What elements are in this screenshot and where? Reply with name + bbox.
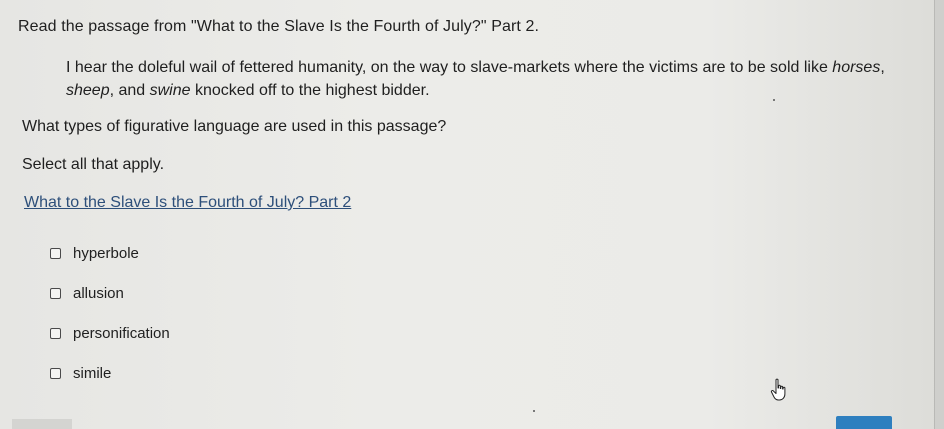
hand-pointer-icon [770, 378, 786, 401]
option-hyperbole[interactable]: hyperbole [50, 243, 170, 263]
passage-text-3: , and [109, 82, 150, 99]
previous-button[interactable] [12, 419, 72, 429]
question-instruction: Select all that apply. [22, 156, 165, 173]
question-page: Read the passage from "What to the Slave… [0, 0, 944, 429]
personification-checkbox[interactable] [50, 327, 61, 339]
answer-options: hyperbole allusion personification simil… [50, 243, 170, 403]
passage-text-1: I hear the doleful wail of fettered huma… [66, 59, 833, 76]
allusion-checkbox[interactable] [50, 287, 61, 299]
option-label: allusion [73, 284, 124, 302]
hyperbole-checkbox[interactable] [50, 247, 61, 259]
passage: I hear the doleful wail of fettered huma… [66, 56, 886, 102]
speck [533, 410, 535, 412]
option-label: hyperbole [73, 244, 139, 262]
option-simile[interactable]: simile [50, 363, 170, 383]
option-label: simile [73, 364, 112, 382]
simile-checkbox[interactable] [50, 367, 61, 379]
option-personification[interactable]: personification [50, 323, 170, 343]
passage-italic-sheep: sheep [66, 82, 110, 99]
option-label: personification [73, 324, 170, 342]
question-title: Read the passage from "What to the Slave… [18, 18, 540, 35]
question-prompt: What types of figurative language are us… [22, 118, 447, 135]
submit-button[interactable] [836, 416, 892, 429]
scrollbar[interactable] [934, 0, 944, 429]
option-allusion[interactable]: allusion [50, 283, 170, 303]
passage-text-2: , [880, 59, 885, 76]
passage-italic-horses: horses [832, 59, 881, 76]
passage-text-4: knocked off to the highest bidder. [190, 82, 430, 99]
passage-italic-swine: swine [149, 82, 191, 99]
passage-resource-link[interactable]: What to the Slave Is the Fourth of July?… [24, 194, 351, 212]
speck [773, 99, 775, 101]
